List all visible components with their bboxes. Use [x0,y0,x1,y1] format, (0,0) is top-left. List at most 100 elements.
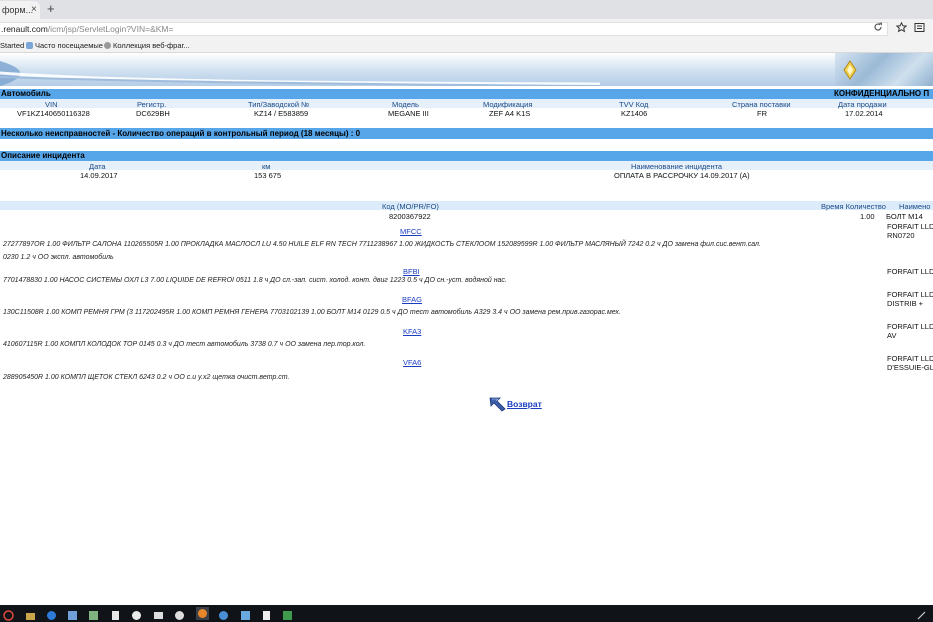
start-button-icon[interactable] [3,608,14,621]
app-icon[interactable] [67,608,78,620]
back-link[interactable]: Возврат [507,399,542,409]
package-name: AV [887,331,897,340]
page-banner [0,53,933,86]
vehicle-header-row: VIN Регистр. Тип/Заводской № Модель Моди… [0,99,933,109]
faults-bar: Несколько неисправностей - Количество оп… [0,128,933,139]
col-registration: Регистр. [137,100,167,109]
new-tab-button[interactable]: + [47,1,55,16]
vin-value: VF1KZ140650116328 [17,109,90,118]
code-link-bfbi[interactable]: BFBI [403,267,420,276]
tab-close-icon[interactable]: × [31,4,37,15]
col-modification: Модификация [483,100,533,109]
country-value: FR [757,109,767,118]
renault-logo-icon [843,60,857,80]
package-name: DISTRIB + [887,299,924,308]
address-bar[interactable]: .renault.com/icm/jsp/ServletLogin?VIN=&K… [0,22,888,36]
incident-section-title: Описание инцидента [1,151,85,160]
package-name: D'ESSUIE-GLA [887,363,933,372]
incident-section-bar: Описание инцидента [0,151,933,161]
incident-km-value: 153 675 [254,171,282,180]
incident-date-value: 14.09.2017 [80,171,118,180]
modification-value: ZEF A4 K1S [489,109,531,118]
code-link-bfag[interactable]: BFAG [402,295,422,304]
operation-line: 288905450R 1.00 КОМПЛ ЩЕТОК СТЕКЛ 6243 0… [3,374,290,381]
col-code: Код (MO/PR/FO) [382,202,439,211]
bookmark-star-icon[interactable] [895,21,908,36]
banner-swoosh [0,61,600,86]
bookmark-folder-icon [26,42,33,49]
registration-value: DC629BH [136,109,170,118]
app-icon[interactable] [240,608,251,620]
first-qty: 1.00 [860,212,875,221]
bookmark-frequent[interactable]: Часто посещаемые [26,41,103,50]
app-icon[interactable] [174,608,185,620]
col-incident-name: Наименование инцидента [631,162,723,171]
col-date: Дата [89,162,106,171]
excel-icon[interactable] [282,608,293,620]
taskbar [0,605,933,622]
bookmark-frequent-label: Часто посещаемые [35,41,103,50]
sale-date-value: 17.02.2014 [845,109,883,118]
code-link-vfa6[interactable]: VFA6 [403,358,421,367]
file-explorer-icon[interactable] [25,608,36,620]
code-link-kfa3[interactable]: KFA3 [403,327,421,336]
reload-icon[interactable] [873,22,883,35]
first-name: БОЛТ М14 [886,212,923,221]
operation-line: 0230 1.2 ч ОО экспл. автомобиль [3,254,114,261]
app-icon[interactable] [218,608,229,620]
package-name: FORFAIT LLD I [887,267,933,276]
toolbar: .renault.com/icm/jsp/ServletLogin?VIN=&K… [0,19,933,38]
url-host: .renault.com [1,24,48,34]
ops-header-row: Код (MO/PR/FO) Время Количество Наимено [0,201,933,211]
incident-name-value: ОПЛАТА В РАССРОЧКУ 14.09.2017 (A) [614,171,750,180]
tvv-value: KZ1406 [621,109,648,118]
package-name: RN0720 [887,231,915,240]
col-type: Тип/Заводской № [248,100,310,109]
confidential-label: КОНФИДЕНЦИАЛЬНО П [834,89,930,98]
bookmark-started[interactable]: Started [0,41,24,50]
back-arrow-icon [489,397,506,412]
package-name: FORFAIT LLD I [887,222,933,231]
col-model: Модель [392,100,419,109]
bookmark-webslices-label: Коллекция веб-фраг... [113,41,190,50]
model-value: MEGANE III [388,109,429,118]
col-sale-date: Дата продажи [838,100,887,109]
col-vin: VIN [45,100,58,109]
document-icon[interactable] [261,608,272,620]
vehicle-section-title: Автомобиль [1,89,51,98]
operation-line: 410607115R 1.00 КОМПЛ КОЛОДОК ТОР 0145 0… [3,341,366,348]
app-icon[interactable] [88,608,99,620]
mail-icon[interactable] [153,608,164,619]
col-km: км [262,162,271,171]
back-button[interactable]: Возврат [489,396,542,412]
skype-icon[interactable] [131,608,142,620]
first-code: 8200367922 [389,212,431,221]
webslice-icon [104,42,111,49]
operation-line: 7701478830 1.00 НАСОС СИСТЕМЫ ОХЛ L3 7.0… [3,277,507,284]
incident-header-row: Дата км Наименование инцидента [0,161,933,171]
code-link-mfcc[interactable]: MFCC [400,227,422,236]
type-value: KZ14 / E583859 [254,109,309,118]
firefox-icon[interactable] [196,607,209,620]
package-name: FORFAIT LLD I [887,354,933,363]
col-tvv: TVV Код [619,100,649,109]
tab-title: форм... [2,5,34,15]
url-path: /icm/jsp/ServletLogin?VIN=&KM= [47,24,174,34]
operation-line: 27277897OR 1.00 ФИЛЬТР САЛОНА 110265505R… [3,241,761,248]
document-icon[interactable] [110,608,121,620]
network-icon[interactable] [916,608,927,620]
col-time-qty: Время Количество [821,202,886,211]
ie-icon[interactable] [46,608,57,620]
reading-list-icon[interactable] [914,22,925,36]
operation-line: 130C11508R 1.00 КОМП РЕМНЯ ГРМ (3 117202… [3,309,621,316]
col-country: Страна поставки [732,100,791,109]
tab-bar: форм... × + [0,0,933,19]
bookmark-webslices[interactable]: Коллекция веб-фраг... [104,41,190,50]
package-name: FORFAIT LLD I [887,322,933,331]
col-name: Наимено [899,202,931,211]
faults-text: Несколько неисправностей - Количество оп… [1,129,361,138]
vehicle-section-bar: Автомобиль КОНФИДЕНЦИАЛЬНО П [0,89,933,99]
package-name: FORFAIT LLD I [887,290,933,299]
bookmarks-bar: Started Часто посещаемые Коллекция веб-ф… [0,38,933,53]
browser-tab[interactable]: форм... × [0,1,40,19]
